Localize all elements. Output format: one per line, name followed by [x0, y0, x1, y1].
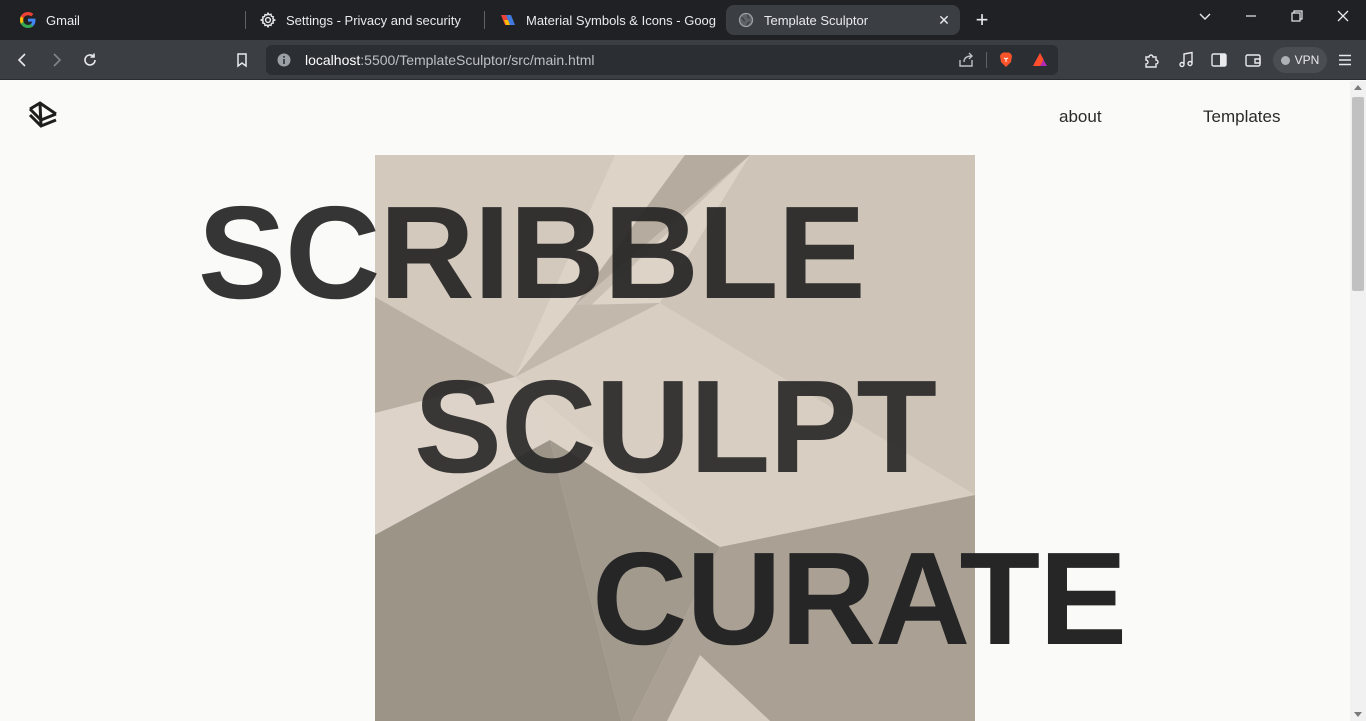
media-controls-button[interactable]	[1174, 48, 1198, 72]
brave-lion-icon	[1000, 52, 1012, 67]
address-bar[interactable]: localhost:5500/TemplateSculptor/src/main…	[266, 45, 1058, 75]
new-tab-button[interactable]: +	[970, 8, 994, 32]
arrow-right-icon	[53, 53, 62, 67]
arrow-left-icon	[17, 53, 26, 67]
music-note-icon	[1179, 51, 1193, 68]
tab-strip: Gmail Settings - Privacy and security Ma…	[0, 0, 1366, 40]
tab-divider	[245, 11, 246, 29]
hero-word-sculpt: SCULPT	[414, 353, 937, 500]
restore-button[interactable]	[1282, 4, 1312, 28]
share-icon	[959, 52, 973, 67]
url-host: localhost	[305, 52, 361, 68]
info-icon[interactable]	[276, 52, 292, 68]
extensions-button[interactable]	[1140, 48, 1164, 72]
rewards-triangle-icon	[1033, 53, 1047, 66]
tab-search-button[interactable]	[1190, 4, 1220, 28]
hero-word-scribble: SCRIBBLE	[198, 179, 866, 326]
vpn-label: VPN	[1294, 53, 1320, 67]
vpn-button[interactable]: VPN	[1273, 47, 1327, 73]
url-text[interactable]: localhost:5500/TemplateSculptor/src/main…	[305, 52, 594, 68]
puzzle-icon	[1145, 54, 1159, 68]
omnibox-divider	[986, 52, 987, 68]
tab-title: Settings - Privacy and security	[286, 12, 461, 28]
google-icon	[20, 12, 36, 28]
back-button[interactable]	[11, 48, 35, 72]
close-window-button[interactable]	[1328, 4, 1358, 28]
tab-title: Gmail	[46, 12, 80, 28]
page-viewport: about Templates SCRIBBLE SCULPT CURATE	[0, 81, 1350, 721]
close-icon	[1337, 10, 1349, 22]
tab-settings[interactable]: Settings - Privacy and security	[248, 5, 478, 35]
reload-button[interactable]	[78, 48, 102, 72]
reload-icon	[84, 53, 96, 66]
sidebar-toggle-button[interactable]	[1207, 48, 1231, 72]
brave-shields-button[interactable]	[994, 48, 1018, 72]
scroll-down-arrow-icon[interactable]	[1354, 712, 1362, 717]
minimize-icon	[1246, 15, 1256, 17]
browser-toolbar: localhost:5500/TemplateSculptor/src/main…	[0, 40, 1366, 80]
brave-rewards-button[interactable]	[1028, 48, 1052, 72]
share-button[interactable]	[954, 48, 978, 72]
nav-templates-link[interactable]: Templates	[1203, 107, 1280, 127]
restore-icon	[1291, 10, 1303, 22]
close-icon[interactable]: ✕	[936, 12, 952, 28]
tab-title: Template Sculptor	[764, 12, 869, 28]
sidebar-icon	[1211, 53, 1227, 67]
page-scrollbar[interactable]	[1350, 81, 1366, 721]
nav-about-link[interactable]: about	[1059, 107, 1102, 127]
template-sculptor-logo[interactable]	[26, 99, 60, 133]
bookmark-button[interactable]	[230, 48, 254, 72]
hero-word-curate: CURATE	[592, 525, 1127, 672]
tab-gmail[interactable]: Gmail	[8, 5, 236, 35]
scroll-up-arrow-icon[interactable]	[1354, 85, 1362, 90]
tab-title: Material Symbols & Icons - Google F	[526, 12, 716, 28]
wallet-button[interactable]	[1241, 48, 1265, 72]
chevron-down-icon	[1199, 13, 1211, 20]
tab-material-symbols[interactable]: Material Symbols & Icons - Google F	[488, 5, 716, 35]
material-symbols-icon	[500, 12, 516, 28]
url-path: :5500/TemplateSculptor/src/main.html	[360, 52, 595, 68]
vpn-status-icon	[1280, 55, 1290, 65]
gear-icon	[260, 12, 276, 28]
tab-template-sculptor[interactable]: Template Sculptor ✕	[726, 5, 960, 35]
menu-button[interactable]	[1333, 48, 1357, 72]
hamburger-icon	[1339, 54, 1351, 66]
forward-button[interactable]	[44, 48, 68, 72]
tab-divider	[484, 11, 485, 29]
bookmark-icon	[237, 53, 247, 68]
globe-icon	[738, 12, 754, 28]
wallet-icon	[1245, 54, 1261, 67]
scrollbar-thumb[interactable]	[1352, 97, 1364, 291]
minimize-button[interactable]	[1236, 4, 1266, 28]
